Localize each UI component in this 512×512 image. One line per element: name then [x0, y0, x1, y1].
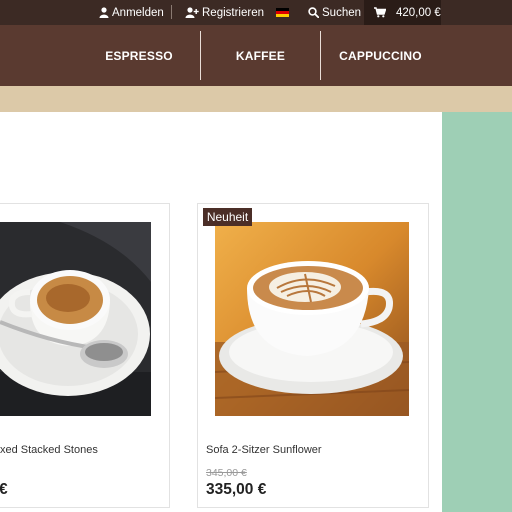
login-link[interactable]: Anmelden — [99, 0, 164, 25]
search-label: Suchen — [322, 6, 362, 19]
cart-total: 420,00 € — [396, 6, 441, 19]
product-price: € — [0, 481, 8, 498]
product-image-cappuccino[interactable] — [215, 222, 409, 416]
german-flag-icon — [276, 8, 292, 17]
product-name[interactable]: Sofa 2-Sitzer Sunflower — [206, 444, 322, 456]
register-label: Registrieren — [202, 6, 264, 19]
cart-inner: 420,00 € — [374, 0, 441, 25]
nav-item-kaffee[interactable]: KAFFEE — [201, 25, 320, 86]
search-link[interactable]: Suchen — [308, 0, 361, 25]
new-badge: Neuheit — [203, 208, 252, 226]
search-icon — [308, 7, 322, 18]
login-label: Anmelden — [112, 6, 164, 19]
cart-icon — [374, 7, 389, 18]
product-old-price: 345,00 € — [206, 467, 247, 479]
product-name[interactable]: xed Stacked Stones — [0, 444, 98, 456]
top-utility-bar: Anmelden Registrieren Suchen 420,00 € — [0, 0, 512, 25]
nav-item-espresso[interactable]: ESPRESSO — [95, 25, 183, 86]
cart-button[interactable]: 420,00 € — [364, 0, 441, 25]
product-image-espresso[interactable] — [0, 222, 151, 416]
side-panel — [442, 112, 512, 512]
top-divider — [171, 5, 172, 19]
register-link[interactable]: Registrieren — [185, 0, 264, 25]
product-price: 335,00 € — [206, 481, 267, 498]
main-navigation: ESPRESSO KAFFEE CAPPUCCINO — [0, 25, 512, 86]
beige-band — [0, 86, 512, 112]
nav-item-cappuccino[interactable]: CAPPUCCINO — [321, 25, 440, 86]
language-selector[interactable] — [276, 0, 292, 25]
user-icon — [99, 7, 112, 18]
user-plus-icon — [185, 7, 202, 18]
